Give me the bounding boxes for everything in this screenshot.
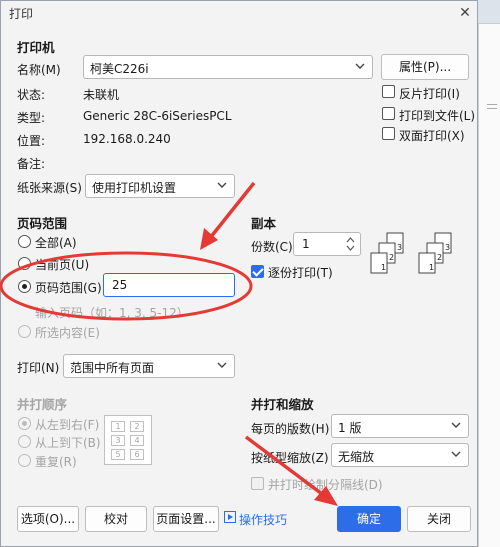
annotation-overlay [0,181,338,506]
arrow-line [208,181,256,240]
highlight-ellipse [0,251,253,321]
arrow-line-2 [244,435,324,496]
